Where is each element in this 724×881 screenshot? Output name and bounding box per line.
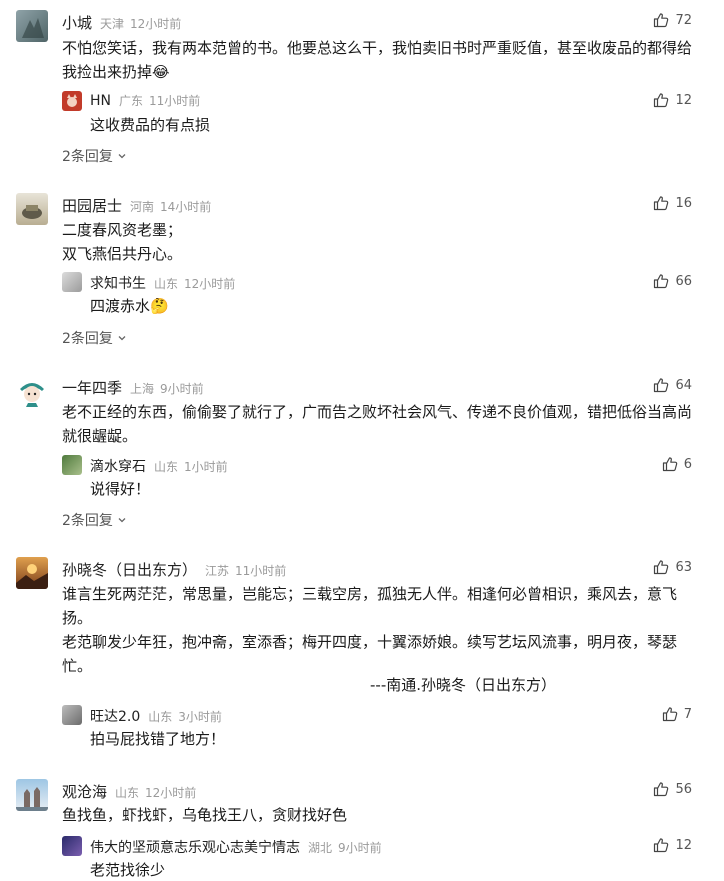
avatar[interactable] (62, 272, 82, 292)
like-button[interactable]: 16 (653, 195, 692, 211)
reply-text: 老范找徐少 (90, 861, 166, 879)
chevron-down-icon (117, 515, 127, 525)
reply-username[interactable]: 滴水穿石 山东 1小时前 (90, 456, 228, 476)
comment-text: 不怕您笑话，我有两本范曾的书。他要总这么干，我怕卖旧书时严重贬值，甚至收废品的都… (62, 39, 693, 81)
avatar[interactable] (16, 375, 48, 407)
timestamp: 12小时前 (184, 277, 236, 291)
comment-username[interactable]: 一年四季 上海 9小时前 (62, 377, 204, 398)
comment-text: 老不正经的东西，偷偷娶了就行了，广而告之败坏社会风气、传递不良价值观，错把低俗当… (62, 403, 693, 445)
comment-username[interactable]: 孙晓冬（日出东方） 江苏 11小时前 (62, 559, 286, 580)
thumbs-up-icon (653, 273, 669, 289)
comment-username[interactable]: 小城 天津 12小时前 (62, 12, 181, 33)
thumbs-up-icon (662, 706, 678, 722)
thumbs-up-icon (653, 377, 669, 393)
like-count: 6 (683, 456, 692, 472)
timestamp: 1小时前 (184, 460, 228, 474)
thumbs-up-icon (662, 456, 678, 472)
signature: ---南通.孙晓冬（日出东方） (370, 676, 557, 694)
more-replies-button[interactable]: 2条回复 (62, 328, 127, 348)
like-count: 63 (675, 559, 692, 575)
avatar[interactable] (62, 455, 82, 475)
timestamp: 12小时前 (145, 786, 197, 800)
avatar[interactable] (62, 91, 82, 111)
comment-meta: 天津 12小时前 (100, 17, 181, 31)
location: 山东 (154, 277, 179, 291)
comment-text: 鱼找鱼，虾找虾，乌龟找王八，贪财找好色 (62, 806, 348, 824)
location: 山东 (115, 786, 140, 800)
like-button[interactable]: 72 (653, 12, 692, 28)
reply-text: 这收费品的有点损 (90, 116, 211, 134)
timestamp: 3小时前 (178, 710, 222, 724)
like-button[interactable]: 6 (662, 456, 692, 472)
avatar[interactable] (16, 779, 48, 811)
avatar[interactable] (16, 193, 48, 225)
thumbs-up-icon (653, 781, 669, 797)
timestamp: 9小时前 (338, 841, 382, 855)
comment-username[interactable]: 田园居士 河南 14小时前 (62, 195, 211, 216)
like-count: 12 (675, 837, 692, 853)
timestamp: 11小时前 (235, 564, 287, 578)
timestamp: 12小时前 (130, 17, 182, 31)
comment-text: 谁言生死两茫茫，常思量，岂能忘；三载空房，孤独无人伴。相逢何必曾相识，乘风去，意… (62, 585, 678, 675)
thumbs-up-icon (653, 12, 669, 28)
thumbs-up-icon (653, 837, 669, 853)
like-count: 64 (675, 377, 692, 393)
like-button[interactable]: 63 (653, 559, 692, 575)
like-count: 66 (675, 273, 692, 289)
location: 江苏 (205, 564, 230, 578)
like-button[interactable]: 12 (653, 92, 692, 108)
location: 广东 (119, 94, 144, 108)
reply-username[interactable]: HN 广东 11小时前 (90, 92, 200, 109)
comment-text: 二度春风资老墨； 双飞燕侣共丹心。 (62, 221, 183, 263)
chevron-down-icon (117, 333, 127, 343)
more-replies-button[interactable]: 2条回复 (62, 146, 127, 166)
location: 河南 (130, 200, 155, 214)
reply-text: 四渡赤水🤔 (90, 297, 169, 315)
timestamp: 9小时前 (160, 382, 204, 396)
chevron-down-icon (117, 151, 127, 161)
thumbs-up-icon (653, 195, 669, 211)
timestamp: 11小时前 (149, 94, 201, 108)
location: 天津 (100, 17, 125, 31)
reply-text: 说得好！ (90, 480, 151, 498)
more-replies-button[interactable]: 2条回复 (62, 510, 127, 530)
avatar[interactable] (16, 10, 48, 42)
reply-username[interactable]: 旺达2.0 山东 3小时前 (90, 706, 222, 726)
location: 山东 (148, 710, 173, 724)
like-count: 16 (675, 195, 692, 211)
location: 山东 (154, 460, 179, 474)
like-button[interactable]: 66 (653, 273, 692, 289)
reply-username[interactable]: 求知书生 山东 12小时前 (90, 273, 235, 293)
like-count: 12 (675, 92, 692, 108)
like-button[interactable]: 12 (653, 837, 692, 853)
like-button[interactable]: 7 (662, 706, 692, 722)
like-button[interactable]: 64 (653, 377, 692, 393)
location: 上海 (130, 382, 155, 396)
avatar[interactable] (62, 705, 82, 725)
thumbs-up-icon (653, 92, 669, 108)
reply-username[interactable]: 伟大的坚顽意志乐观心志美宁情志 湖北 9小时前 (90, 837, 382, 857)
comment-username[interactable]: 观沧海 山东 12小时前 (62, 781, 196, 802)
avatar[interactable] (62, 836, 82, 856)
avatar[interactable] (16, 557, 48, 589)
like-button[interactable]: 56 (653, 781, 692, 797)
reply-text: 拍马屁找错了地方！ (90, 730, 226, 748)
like-count: 7 (683, 706, 692, 722)
timestamp: 14小时前 (160, 200, 212, 214)
location: 湖北 (308, 841, 333, 855)
like-count: 56 (675, 781, 692, 797)
thumbs-up-icon (653, 559, 669, 575)
like-count: 72 (675, 12, 692, 28)
